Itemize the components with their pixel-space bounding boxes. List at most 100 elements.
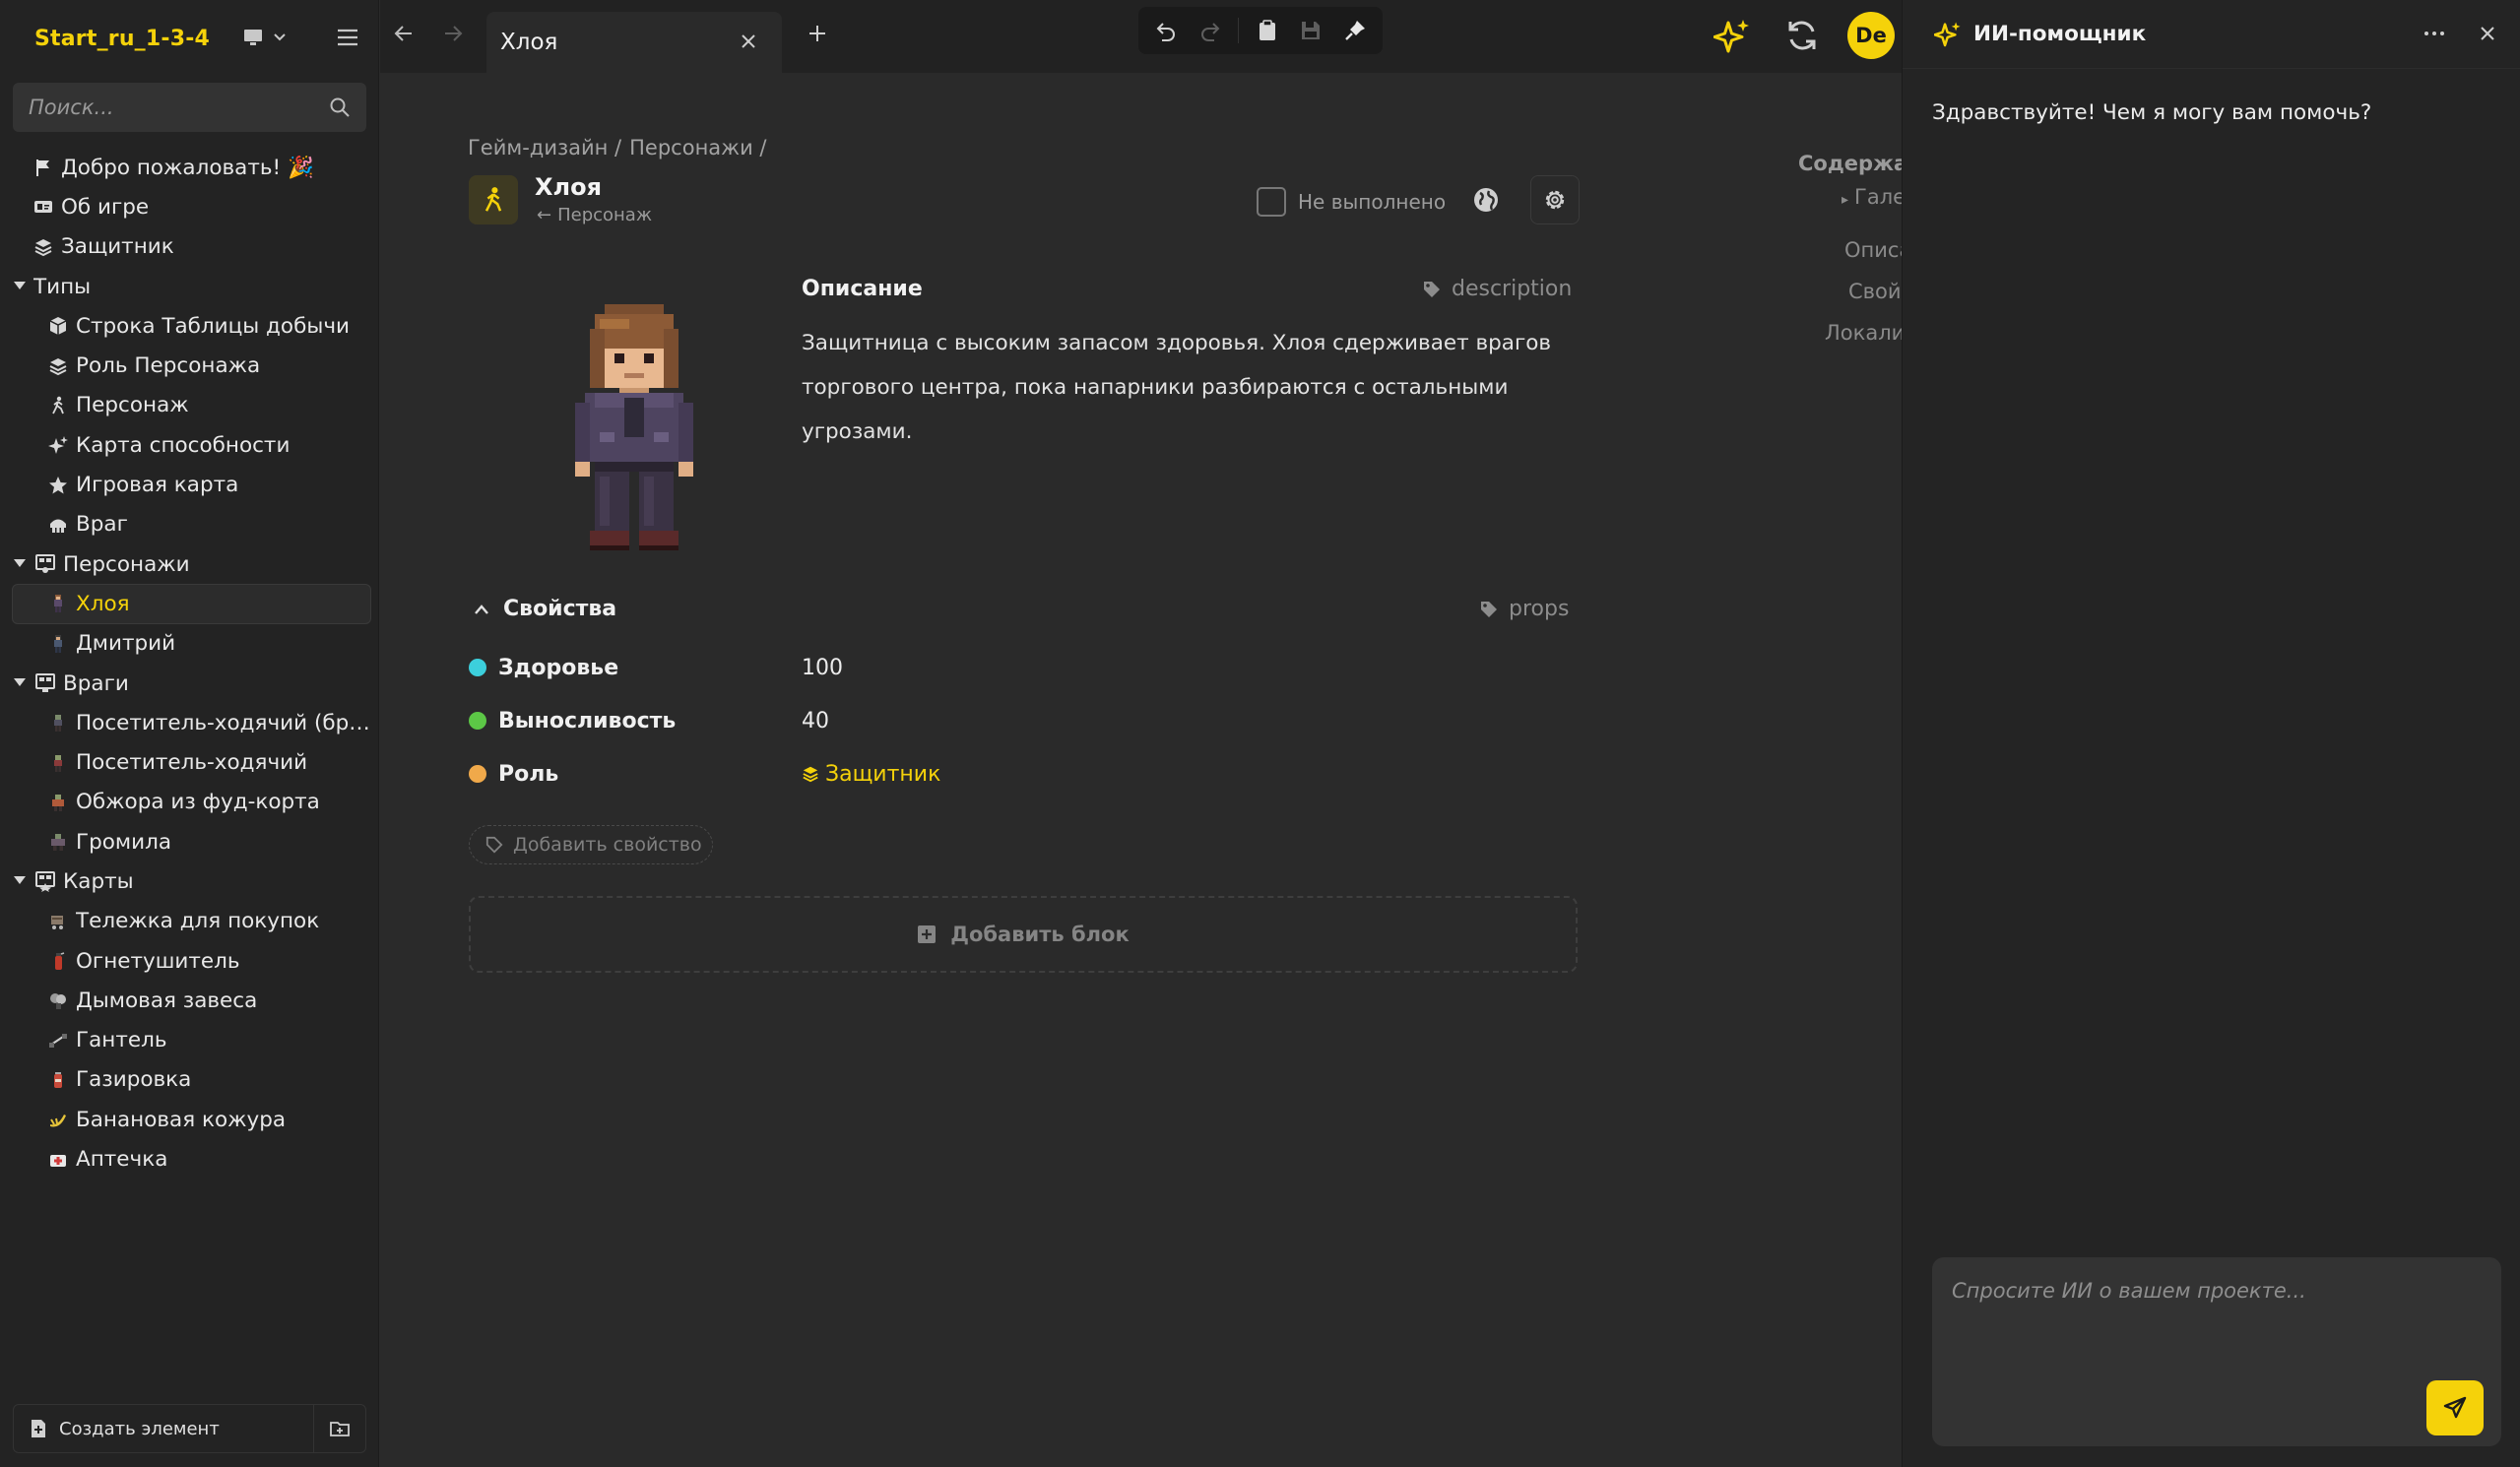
new-tab-button[interactable]	[806, 22, 829, 45]
sync-button[interactable]	[1784, 18, 1820, 53]
sidebar-item-ability-card[interactable]: Карта способности	[0, 425, 379, 465]
properties-tag-label: props	[1509, 597, 1570, 621]
sidebar-item-game-card[interactable]: Игровая карта	[0, 465, 379, 504]
redo-button[interactable]	[1195, 15, 1226, 46]
sidebar-item-welcome[interactable]: Добро пожаловать! 🎉	[0, 148, 379, 187]
close-icon[interactable]	[2478, 24, 2497, 43]
toc-item-properties[interactable]: Свойства	[1848, 280, 1902, 303]
sidebar-item-enemy-brute[interactable]: Громила	[0, 822, 379, 861]
save-button[interactable]	[1295, 15, 1326, 46]
status-checkbox[interactable]	[1257, 187, 1286, 217]
new-folder-button[interactable]	[314, 1405, 365, 1452]
page-type-link[interactable]: ← Персонаж	[537, 205, 652, 225]
more-options-icon[interactable]	[2423, 24, 2446, 43]
property-value[interactable]: 40	[802, 709, 829, 734]
sidebar-item-character-type[interactable]: Персонаж	[0, 386, 379, 425]
globe-icon	[1471, 185, 1501, 215]
sidebar-item-label: Посетитель-ходячий (бронированный)	[76, 710, 379, 735]
ai-assistant-toggle[interactable]	[1713, 18, 1751, 55]
menu-icon[interactable]	[335, 26, 360, 49]
app-window: Start_ru_1-3-4 Добро пожаловать! 🎉	[0, 0, 2520, 1467]
settings-button[interactable]	[1530, 175, 1580, 224]
sidebar-item-label: Хлоя	[76, 591, 130, 616]
walking-person-icon	[482, 186, 505, 214]
property-row-role[interactable]: Роль Защитник	[469, 754, 1158, 794]
pin-button[interactable]	[1339, 15, 1371, 46]
undo-button[interactable]	[1150, 15, 1182, 46]
tab-chloe[interactable]: Хлоя	[486, 12, 782, 73]
sidebar-item-label: Аптечка	[76, 1147, 168, 1173]
sidebar-item-card-dumbbell[interactable]: Гантель	[0, 1021, 379, 1060]
sidebar-item-enemy-type[interactable]: Враг	[0, 505, 379, 544]
property-row-stamina[interactable]: Выносливость 40	[469, 701, 1158, 740]
sidebar-item-card-cart[interactable]: Тележка для покупок	[0, 902, 379, 941]
caret-down-icon[interactable]	[14, 281, 26, 289]
sidebar-item-card-smoke[interactable]: Дымовая завеса	[0, 981, 379, 1020]
page-type-icon[interactable]	[469, 175, 518, 224]
enemy-thumb-icon	[46, 830, 70, 854]
property-name: Роль	[498, 761, 559, 787]
breadcrumb-item[interactable]: Гейм-дизайн /	[468, 136, 621, 159]
properties-header[interactable]: Свойства	[474, 597, 616, 621]
sidebar-item-card-banana[interactable]: Банановая кожура	[0, 1100, 379, 1139]
toc-item-localization[interactable]: Локализация	[1825, 321, 1902, 345]
sidebar-group-characters[interactable]: Персонажи	[0, 544, 379, 584]
toolbar-divider	[1238, 18, 1240, 43]
character-portrait[interactable]	[536, 299, 733, 555]
project-name[interactable]: Start_ru_1-3-4	[34, 27, 210, 51]
breadcrumb: Гейм-дизайн / Персонажи /	[468, 136, 767, 159]
edit-toolbar	[1138, 7, 1383, 54]
caret-down-icon[interactable]	[14, 677, 26, 686]
caret-down-icon[interactable]	[14, 558, 26, 567]
search-icon[interactable]	[329, 96, 351, 118]
sidebar-group-cards[interactable]: Карты	[0, 861, 379, 901]
sidebar-group-enemies[interactable]: Враги	[0, 664, 379, 703]
page-title[interactable]: Хлоя	[535, 173, 602, 201]
sidebar-item-card-medkit[interactable]: Аптечка	[0, 1139, 379, 1179]
sidebar-item-enemy-armored[interactable]: Посетитель-ходячий (бронированный)	[0, 703, 379, 742]
toc-item-gallery[interactable]: ▸Галерея	[1842, 185, 1902, 209]
clipboard-button[interactable]	[1252, 15, 1283, 46]
back-button[interactable]	[392, 22, 416, 45]
sidebar-item-defender[interactable]: Защитник	[0, 227, 379, 267]
add-block-button[interactable]: Добавить блок	[469, 896, 1578, 973]
card-thumb-icon	[46, 910, 70, 933]
user-avatar[interactable]: De	[1847, 12, 1895, 59]
add-property-button[interactable]: Добавить свойство	[469, 825, 713, 864]
send-button[interactable]	[2426, 1380, 2484, 1435]
breadcrumb-item[interactable]: Персонажи /	[629, 136, 766, 159]
sidebar-item-label: Газировка	[76, 1067, 192, 1093]
device-switcher[interactable]	[242, 28, 286, 47]
card-thumb-icon	[46, 1068, 70, 1092]
sidebar-item-about[interactable]: Об игре	[0, 187, 379, 226]
description-title[interactable]: Описание	[802, 277, 923, 301]
status-toggle[interactable]: Не выполнено	[1257, 187, 1446, 217]
create-element-button[interactable]: Создать элемент	[14, 1405, 314, 1452]
caret-down-icon[interactable]	[14, 876, 26, 885]
search-input[interactable]	[29, 96, 329, 119]
description-tag: description	[1422, 277, 1572, 301]
gear-icon	[1542, 187, 1568, 213]
sidebar-item-label: Огнетушитель	[76, 948, 240, 974]
top-bar: Хлоя De	[380, 0, 1902, 73]
project-header[interactable]: Start_ru_1-3-4	[0, 0, 379, 77]
property-value[interactable]: 100	[802, 656, 843, 680]
sidebar-item-card-extinguisher[interactable]: Огнетушитель	[0, 941, 379, 981]
forward-button[interactable]	[441, 22, 465, 45]
sidebar-item-dmitry[interactable]: Дмитрий	[0, 624, 379, 664]
property-row-health[interactable]: Здоровье 100	[469, 648, 1158, 687]
tag-icon	[1422, 280, 1442, 299]
property-value-link[interactable]: Защитник	[802, 762, 940, 787]
sidebar-item-character-role[interactable]: Роль Персонажа	[0, 346, 379, 385]
ai-prompt-input[interactable]	[1952, 1279, 2444, 1338]
localization-button[interactable]	[1471, 185, 1501, 215]
description-text[interactable]: Защитница с высоким запасом здоровья. Хл…	[802, 321, 1589, 454]
sidebar-item-loot-row[interactable]: Строка Таблицы добычи	[0, 306, 379, 346]
sidebar-item-enemy-walker[interactable]: Посетитель-ходячий	[0, 742, 379, 782]
sidebar-item-enemy-glutton[interactable]: Обжора из фуд-корта	[0, 783, 379, 822]
sidebar-item-card-soda[interactable]: Газировка	[0, 1060, 379, 1100]
sidebar-item-chloe[interactable]: Хлоя	[12, 584, 371, 624]
close-tab-icon[interactable]	[739, 32, 758, 51]
sidebar-group-types[interactable]: Типы	[0, 267, 379, 306]
toc-item-description[interactable]: Описание	[1844, 238, 1902, 262]
